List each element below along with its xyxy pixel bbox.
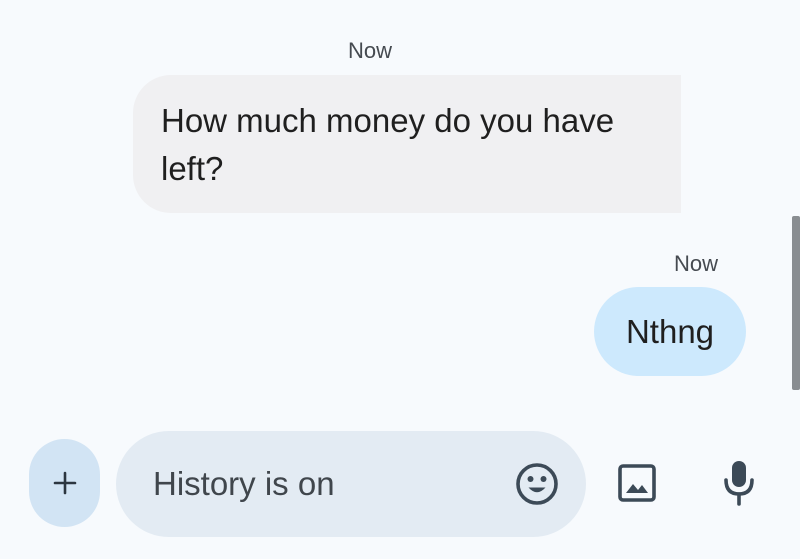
message-timestamp: Now xyxy=(674,251,719,276)
gallery-button[interactable] xyxy=(612,458,662,508)
emoji-button[interactable] xyxy=(513,460,561,508)
add-attachment-button[interactable] xyxy=(29,439,100,527)
compose-bar xyxy=(116,431,586,537)
message-input[interactable] xyxy=(153,463,493,505)
voice-message-button[interactable] xyxy=(714,458,764,508)
outgoing-message-bubble[interactable]: Nthng xyxy=(594,287,746,376)
emoji-icon xyxy=(516,463,558,505)
incoming-message-bubble[interactable]: How much money do you have left? xyxy=(133,75,681,213)
image-icon xyxy=(618,464,656,502)
microphone-icon xyxy=(724,461,754,506)
scrollbar-thumb[interactable] xyxy=(792,216,800,390)
message-timestamp: Now xyxy=(348,38,393,63)
plus-icon xyxy=(53,471,76,495)
